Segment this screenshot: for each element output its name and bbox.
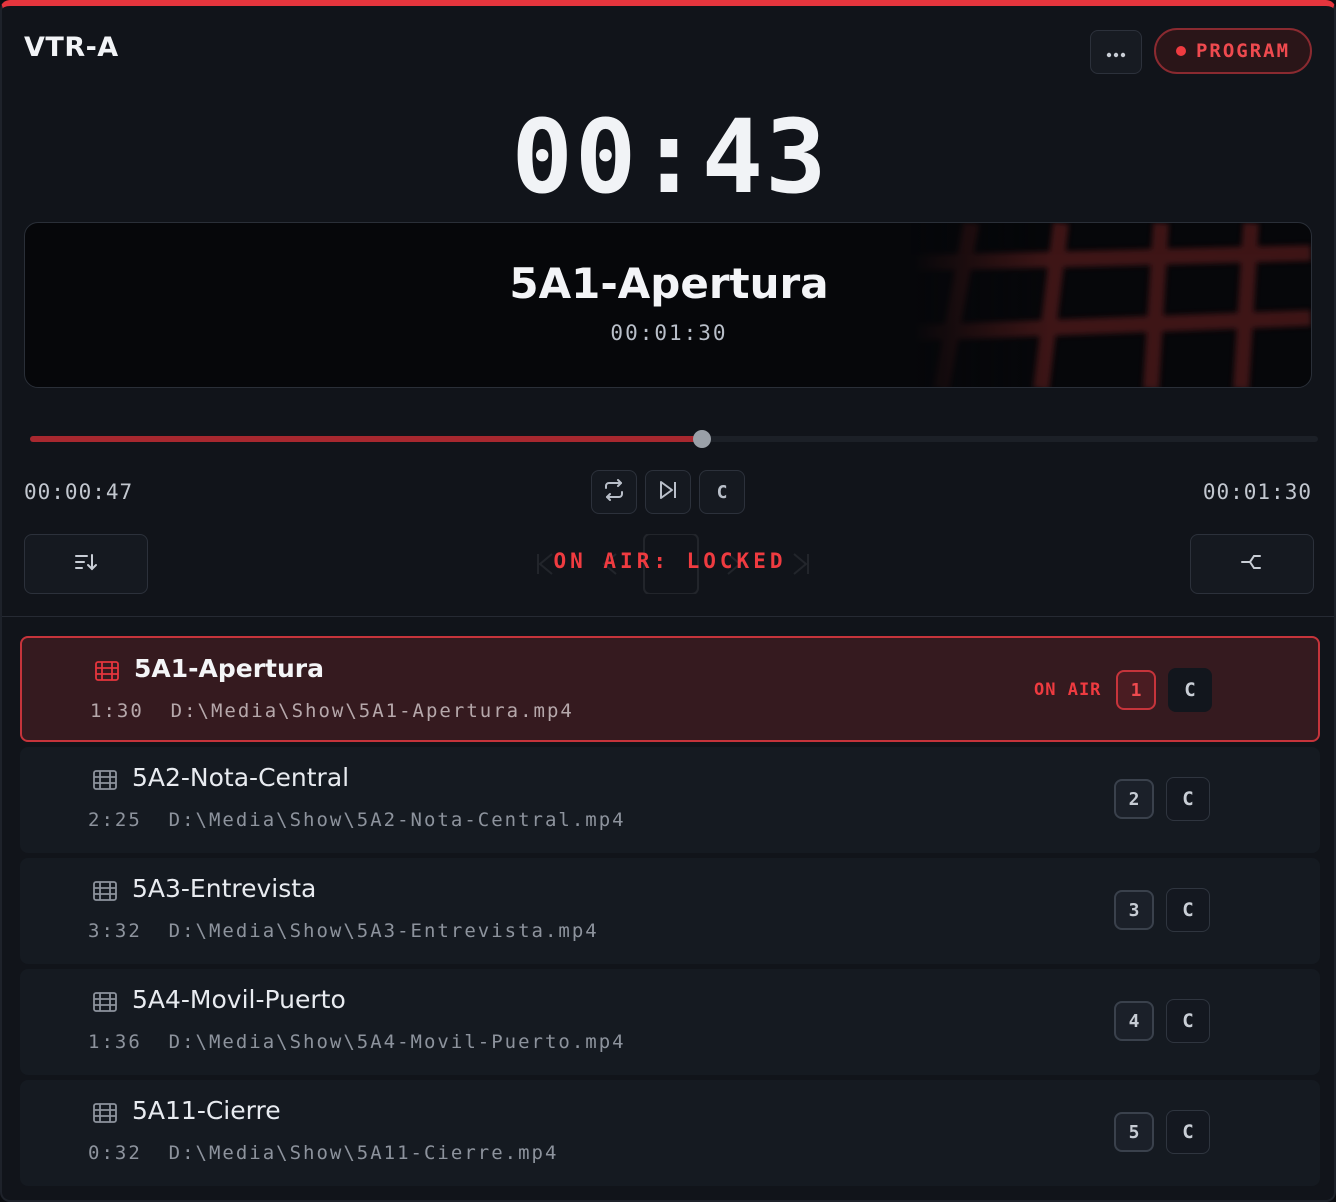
clip-duration: 1:36: [88, 1031, 142, 1053]
playlist-row[interactable]: 5A4-Movil-Puerto 1:36 D:\Media\Show\5A4-M…: [20, 969, 1320, 1075]
cue-c-button[interactable]: C: [1168, 668, 1212, 712]
elapsed-time: 00:00:47: [24, 480, 134, 504]
loop-button[interactable]: [591, 470, 637, 514]
clip-number-badge[interactable]: 2: [1114, 779, 1154, 819]
clip-number-badge[interactable]: 4: [1114, 1001, 1154, 1041]
onair-locked-status: ON AIR: LOCKED: [553, 549, 787, 573]
clip-meta: 3:32 D:\Media\Show\5A3-Entrevista.mp4: [88, 920, 599, 942]
clip-meta: 1:36 D:\Media\Show\5A4-Movil-Puerto.mp4: [88, 1031, 626, 1053]
clip-name: 5A1-Apertura: [134, 654, 324, 683]
film-icon: [92, 991, 118, 1013]
clip-duration: 0:32: [88, 1142, 142, 1164]
film-icon: [94, 660, 120, 682]
playlist-row[interactable]: 5A3-Entrevista 3:32 D:\Media\Show\5A3-Ent…: [20, 858, 1320, 964]
clip-name: 5A11-Cierre: [132, 1096, 281, 1125]
film-icon: [92, 880, 118, 902]
clip-path: D:\Media\Show\5A3-Entrevista.mp4: [168, 920, 599, 942]
film-icon: [92, 769, 118, 791]
clip-name: 5A3-Entrevista: [132, 874, 317, 903]
progress-fill: [30, 436, 703, 442]
clip-duration: 3:32: [88, 920, 142, 942]
skip-next-button[interactable]: [645, 470, 691, 514]
preview-clip-duration: 00:01:30: [610, 321, 728, 345]
playlist-row[interactable]: 5A2-Nota-Central 2:25 D:\Media\Show\5A2-N…: [20, 747, 1320, 853]
countdown-clock: 00:43: [511, 98, 829, 217]
cue-c-button[interactable]: C: [1166, 888, 1210, 932]
route-switch-button[interactable]: [1190, 534, 1314, 594]
progress-slider[interactable]: [30, 430, 1318, 448]
clip-duration: 2:25: [88, 809, 142, 831]
playlist-row[interactable]: 5A1-Apertura 1:30 D:\Media\Show\5A1-Apert…: [20, 636, 1320, 742]
playlist: 5A1-Apertura 1:30 D:\Media\Show\5A1-Apert…: [20, 636, 1320, 1191]
cue-c-button[interactable]: C: [1166, 999, 1210, 1043]
clip-path: D:\Media\Show\5A4-Movil-Puerto.mp4: [168, 1031, 626, 1053]
branch-merge-icon: [1239, 552, 1265, 576]
section-divider: [2, 616, 1334, 617]
playlist-row[interactable]: 5A11-Cierre 0:32 D:\Media\Show\5A11-Cierr…: [20, 1080, 1320, 1186]
cue-c-button[interactable]: C: [1166, 1110, 1210, 1154]
clip-name: 5A2-Nota-Central: [132, 763, 350, 792]
skip-next-icon: [657, 480, 679, 505]
cue-c-button[interactable]: C: [699, 470, 745, 514]
onair-label: ON AIR: [1034, 680, 1102, 700]
clip-number-badge[interactable]: 1: [1116, 670, 1156, 710]
loop-icon: [602, 478, 626, 506]
progress-handle[interactable]: [693, 430, 712, 448]
clip-path: D:\Media\Show\5A11-Cierre.mp4: [168, 1142, 559, 1164]
clip-number-badge[interactable]: 3: [1114, 890, 1154, 930]
clip-meta: 1:30 D:\Media\Show\5A1-Apertura.mp4: [90, 700, 574, 722]
total-time: 00:01:30: [1202, 480, 1312, 504]
cue-c-button[interactable]: C: [1166, 777, 1210, 821]
live-dot-icon: [1175, 46, 1186, 56]
ellipsis-icon: [1106, 43, 1126, 62]
more-options-button[interactable]: [1090, 30, 1142, 74]
vtr-panel: VTR-A PROGRAM 00:43 5A1-Apertura 00:01:3…: [0, 0, 1336, 1202]
clip-meta: 0:32 D:\Media\Show\5A11-Cierre.mp4: [88, 1142, 558, 1164]
clip-number-badge[interactable]: 5: [1114, 1112, 1154, 1152]
clip-path: D:\Media\Show\5A2-Nota-Central.mp4: [168, 809, 626, 831]
channel-title: VTR-A: [24, 32, 119, 63]
clip-duration: 1:30: [90, 700, 144, 722]
program-label: PROGRAM: [1195, 40, 1291, 62]
film-icon: [92, 1102, 118, 1124]
clip-name: 5A4-Movil-Puerto: [132, 985, 346, 1014]
clip-preview: 5A1-Apertura 00:01:30: [24, 222, 1312, 388]
program-status-badge[interactable]: PROGRAM: [1154, 28, 1312, 74]
clip-meta: 2:25 D:\Media\Show\5A2-Nota-Central.mp4: [88, 809, 626, 831]
clip-path: D:\Media\Show\5A1-Apertura.mp4: [170, 700, 574, 722]
preview-clip-title: 5A1-Apertura: [509, 259, 829, 308]
